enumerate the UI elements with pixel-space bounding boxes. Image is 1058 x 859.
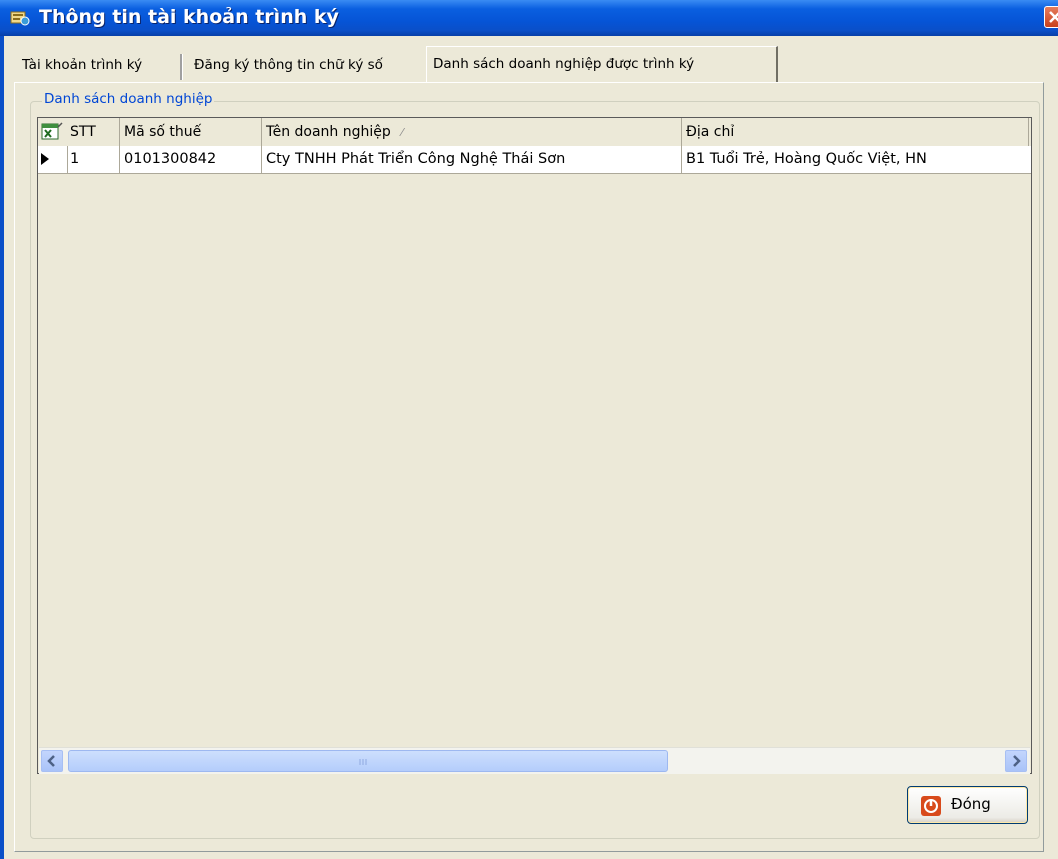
cell-stt[interactable]: 1 <box>66 146 120 173</box>
cell-ten-doanh-nghiep[interactable]: Cty TNHH Phát Triển Công Nghệ Thái Sơn <box>262 146 682 173</box>
sort-indicator-icon: ⁄ <box>401 126 404 139</box>
column-header-dia-chi[interactable]: Địa chỉ <box>682 118 1029 146</box>
grip-icon <box>359 759 367 765</box>
column-header-ma-so-thue[interactable]: Mã số thuế <box>120 118 262 146</box>
tab-strip: Tài khoản trình ký Đăng ký thông tin chữ… <box>16 46 1046 82</box>
table-row[interactable]: 1 0101300842 Cty TNHH Phát Triển Công Ng… <box>38 146 1031 174</box>
cell-dia-chi[interactable]: B1 Tuổi Trẻ, Hoàng Quốc Việt, HN <box>682 146 1031 173</box>
close-button[interactable]: Đóng <box>907 786 1028 824</box>
window-close-button[interactable] <box>1044 6 1058 28</box>
window-title: Thông tin tài khoản trình ký <box>39 6 339 28</box>
horizontal-scrollbar[interactable] <box>39 747 1030 774</box>
close-button-label: Đóng <box>951 795 991 813</box>
close-icon <box>1049 11 1058 23</box>
current-row-arrow-icon <box>41 153 49 165</box>
column-header-label: Tên doanh nghiệp <box>266 124 391 140</box>
column-header-label: STT <box>70 124 96 140</box>
scroll-left-button[interactable] <box>41 750 63 772</box>
export-excel-button[interactable] <box>38 118 68 146</box>
tab-tai-khoan-trinh-ky[interactable]: Tài khoản trình ký <box>16 50 148 80</box>
column-header-stt[interactable]: STT <box>66 118 120 146</box>
tab-danh-sach-doanh-nghiep[interactable]: Danh sách doanh nghiệp được trình ký <box>426 46 778 82</box>
tab-label: Đăng ký thông tin chữ ký số <box>194 57 383 73</box>
chevron-right-icon <box>1013 755 1021 767</box>
column-header-label: Mã số thuế <box>124 124 202 140</box>
power-icon <box>921 796 941 816</box>
tab-label: Tài khoản trình ký <box>22 57 143 73</box>
scroll-thumb[interactable] <box>68 750 668 772</box>
cell-ma-so-thue[interactable]: 0101300842 <box>120 146 262 173</box>
grid-header: STT Mã số thuế Tên doanh nghiệp ⁄ Địa ch… <box>38 118 1031 147</box>
tab-label: Danh sách doanh nghiệp được trình ký <box>433 56 695 72</box>
tab-separator <box>180 54 183 80</box>
window-frame-left <box>0 36 4 859</box>
app-icon <box>10 11 30 26</box>
column-header-label: Địa chỉ <box>686 124 735 140</box>
chevron-left-icon <box>47 755 55 767</box>
column-header-ten-doanh-nghiep[interactable]: Tên doanh nghiệp ⁄ <box>262 118 682 146</box>
excel-icon <box>41 122 63 140</box>
title-bar: Thông tin tài khoản trình ký <box>0 0 1058 36</box>
enterprise-grid[interactable]: STT Mã số thuế Tên doanh nghiệp ⁄ Địa ch… <box>37 117 1032 774</box>
scroll-right-button[interactable] <box>1005 750 1027 772</box>
group-box-label: Danh sách doanh nghiệp <box>42 91 215 107</box>
row-selector[interactable] <box>38 146 68 173</box>
tab-dang-ky-chu-ky-so[interactable]: Đăng ký thông tin chữ ký số <box>188 50 389 80</box>
